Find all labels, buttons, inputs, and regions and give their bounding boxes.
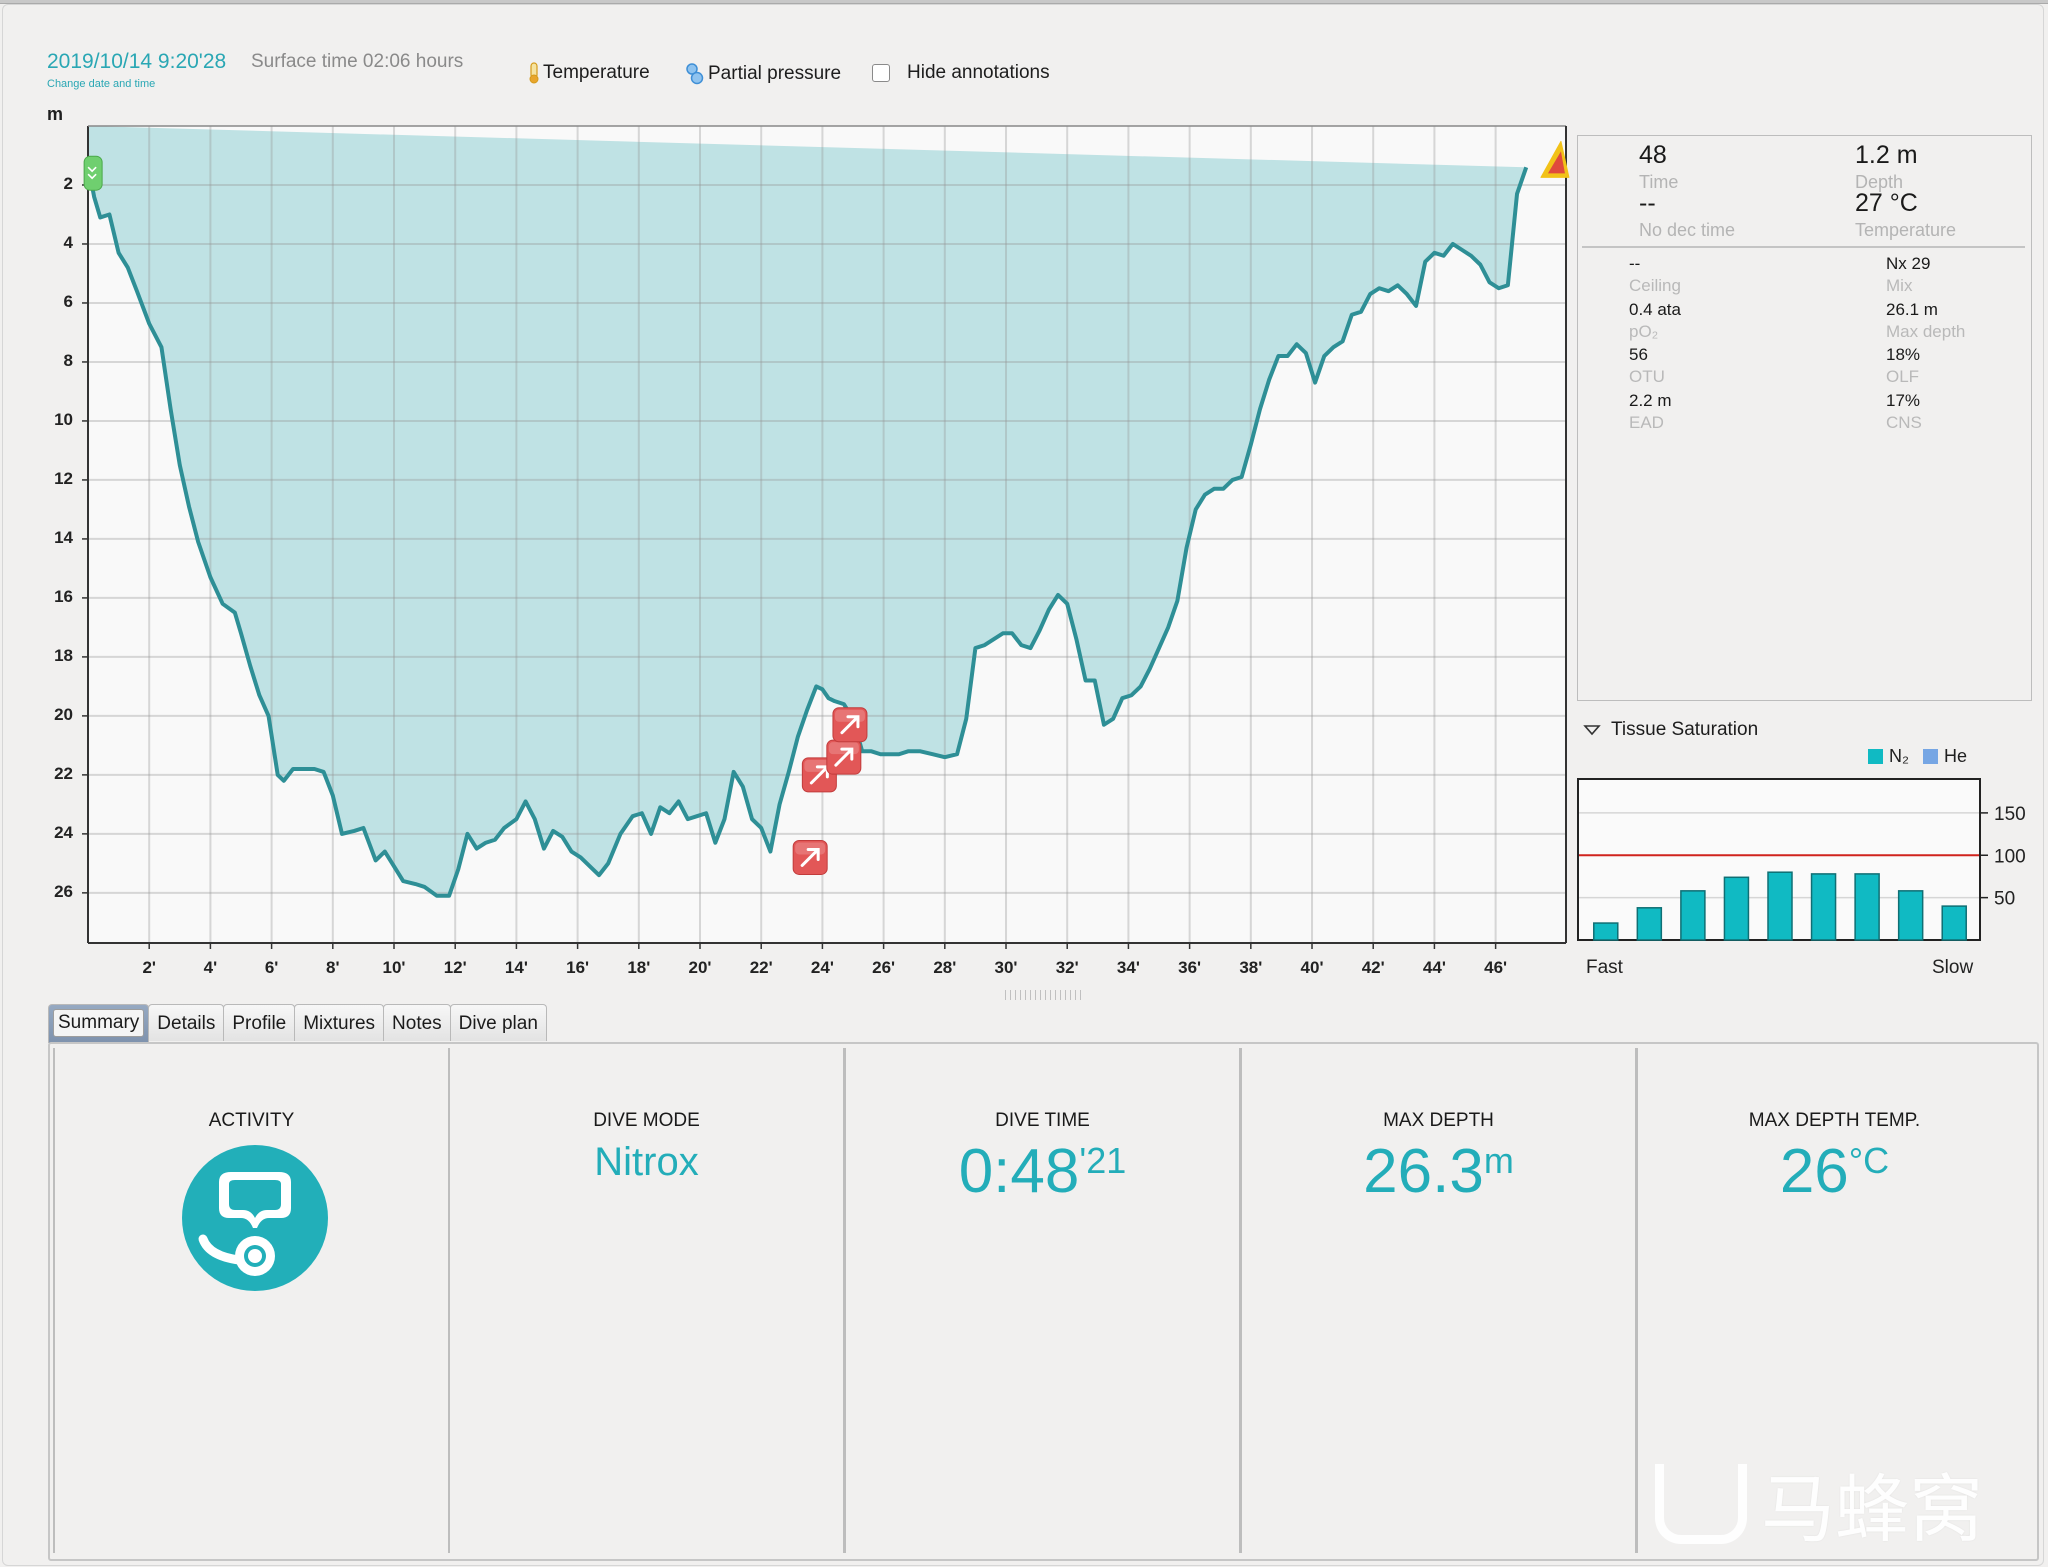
watermark-logo-icon <box>1655 1463 1747 1544</box>
dive-time-title: DIVE TIME <box>995 1110 1090 1131</box>
max-depth-unit: m <box>1483 1140 1514 1181</box>
tissue-bar-n2 <box>1897 890 1924 941</box>
tissue-y-tick-label: 50 <box>1994 889 2015 910</box>
tab-summary-label: Summary <box>53 1009 145 1037</box>
tab-dive-plan[interactable]: Dive plan <box>449 1004 547 1041</box>
activity-card: ACTIVITY <box>53 1048 450 1553</box>
activity-title: ACTIVITY <box>208 1110 295 1131</box>
max-depth-summary: 26.3m <box>1242 1136 1635 1207</box>
tissue-saturation-chart: 50 100 150 <box>1577 778 2026 941</box>
tissue-y-tick-label: 150 <box>1994 804 2026 825</box>
max-depth-temp-number: 26 <box>1779 1137 1849 1206</box>
tissue-bar-n2 <box>1593 922 1619 941</box>
tissue-bar-n2 <box>1854 873 1880 941</box>
tissue-bar-n2 <box>1941 905 1967 941</box>
fast-label: Fast <box>1586 957 1623 978</box>
tab-notes[interactable]: Notes <box>383 1004 451 1041</box>
tab-summary[interactable]: Summary <box>48 1004 150 1043</box>
dive-mode-title: DIVE MODE <box>593 1110 700 1131</box>
slow-label: Slow <box>1932 957 1974 978</box>
scuba-mask-icon <box>182 1145 328 1291</box>
dive-time-seconds: '21 <box>1079 1140 1127 1181</box>
max-depth-card: MAX DEPTH 26.3m <box>1240 1048 1637 1553</box>
watermark-text: 马蜂窝 <box>1761 1468 1983 1551</box>
dive-time-value: 0:48'21 <box>846 1136 1239 1207</box>
tab-bar: Summary Details Profile Mixtures Notes D… <box>48 1004 547 1043</box>
tab-profile[interactable]: Profile <box>223 1004 296 1041</box>
dive-mode-card: DIVE MODE Nitrox <box>448 1048 845 1553</box>
dive-mode-value: Nitrox <box>594 1140 699 1184</box>
dive-time-card: DIVE TIME 0:48'21 <box>844 1048 1241 1553</box>
tissue-bar-n2 <box>1680 890 1706 941</box>
tissue-bar-n2 <box>1810 873 1837 941</box>
tissue-bar-n2 <box>1636 907 1663 941</box>
tissue-y-tick-label: 100 <box>1994 846 2026 867</box>
tissue-bar-n2 <box>1767 871 1793 941</box>
tab-mixtures[interactable]: Mixtures <box>294 1004 385 1041</box>
tissue-bar-n2 <box>1723 876 1750 941</box>
max-depth-temp-title: MAX DEPTH TEMP. <box>1748 1110 1921 1131</box>
max-depth-temp-unit: °C <box>1848 1140 1890 1181</box>
watermark: 马蜂窝 <box>1655 1450 1983 1557</box>
dive-time-main: 0:48 <box>958 1137 1080 1206</box>
tab-details[interactable]: Details <box>148 1004 225 1041</box>
max-depth-temp-summary: 26°C <box>1638 1136 2031 1207</box>
max-depth-number: 26.3 <box>1363 1137 1484 1206</box>
max-depth-title: MAX DEPTH <box>1383 1110 1494 1131</box>
